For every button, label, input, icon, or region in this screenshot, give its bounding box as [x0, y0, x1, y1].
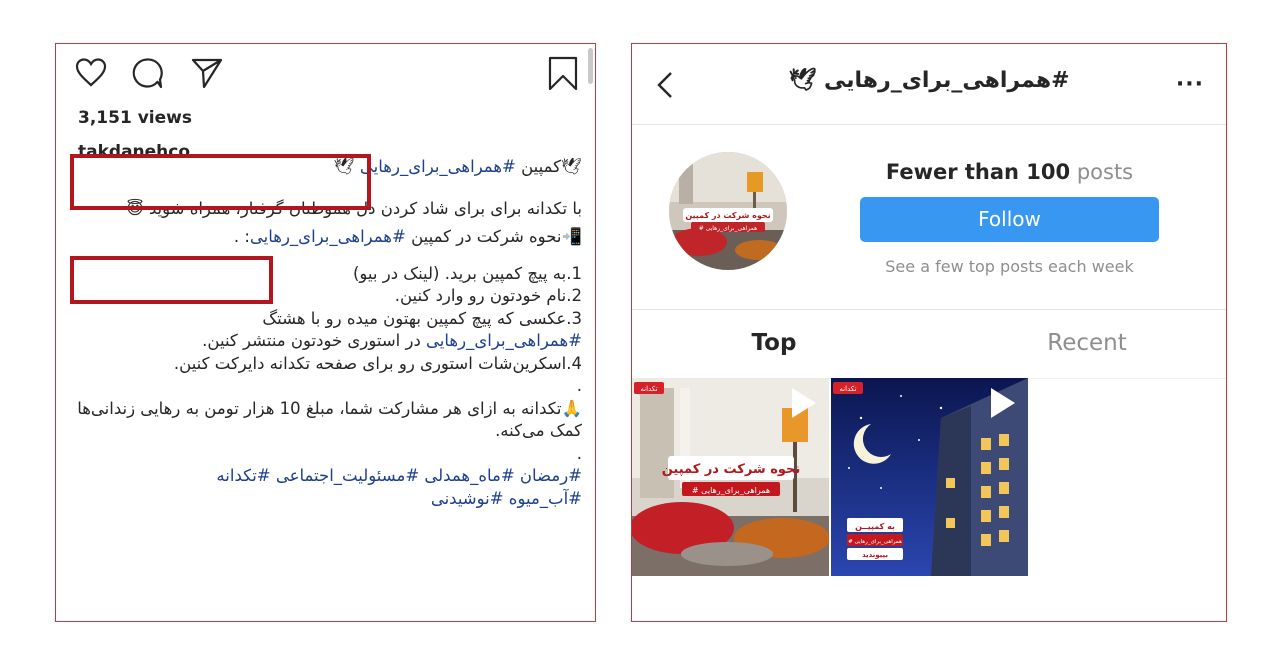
caption-text: 📲نحوه شرکت در کمپین [405, 227, 582, 246]
tab-bar: Top Recent [632, 309, 1226, 379]
caption-line: . [576, 376, 582, 395]
heart-icon[interactable] [74, 56, 108, 90]
dove-emoji: 🕊 [788, 68, 817, 93]
thumbnail-title: نحوه شرکت در کمپین [662, 462, 801, 477]
caption-text: در استوری خودتون منتشر کنین. [202, 331, 427, 350]
highlight-box-campaign-title [70, 154, 371, 210]
hashtag-page-panel: #همراهی_برای_رهایی 🕊 ··· نحوه شرکت در کم… [631, 43, 1227, 622]
tab-recent[interactable]: Recent [987, 330, 1187, 356]
thumbnail-brand: تکدانه [839, 385, 856, 393]
hashtag-header: #همراهی_برای_رهایی 🕊 ··· [632, 44, 1226, 125]
hashtag-link[interactable]: #همراهی_برای_رهایی [426, 331, 582, 350]
hashtag-avatar: نحوه شرکت در کمپین # همراهی_برای_رهایی [669, 152, 787, 270]
avatar-image: نحوه شرکت در کمپین # همراهی_برای_رهایی [669, 152, 787, 270]
bookmark-icon[interactable] [546, 56, 580, 90]
scrollbar[interactable] [588, 48, 593, 84]
view-count: 3,151 views [78, 108, 192, 128]
follow-button[interactable]: Follow [860, 197, 1159, 242]
tab-top[interactable]: Top [674, 330, 874, 356]
caption-line: . [576, 443, 582, 463]
thumbnail-brand: تکدانه [640, 385, 657, 393]
hashtag-title-text: #همراهی_برای_رهایی [824, 68, 1070, 93]
caption-line: 🙏تکدانه به ازای هر مشارکت شما، مبلغ 10 ه… [77, 398, 582, 441]
hashtag-link[interactable]: #همراهی_برای_رهایی [360, 157, 516, 176]
caption-line: 📲نحوه شرکت در کمپین #همراهی_برای_رهایی: … [76, 226, 582, 249]
caption-line: 3.عکسی که پیچ کمپین بهتون میده رو با هشت… [262, 308, 582, 328]
highlight-box-hashtag [70, 256, 273, 304]
post-thumbnail[interactable]: تکدانه نحوه شرکت در کمپین # همراهی_برای_… [632, 378, 829, 576]
avatar-title: نحوه شرکت در کمپین [685, 211, 770, 220]
caption-text: . [233, 227, 245, 246]
thumbnail-tag: # همراهی_برای_رهایی [848, 539, 902, 545]
posts-count-value: Fewer than 100 [885, 160, 1071, 184]
hashtag-line[interactable]: #آب_میوه #نوشیدنی [76, 488, 582, 511]
posts-count: Fewer than 100 posts [862, 160, 1157, 184]
avatar-tag: # همراهی_برای_رهایی [699, 225, 758, 232]
caption-text: کمپین [515, 157, 562, 176]
thumbnail-join-text: به کمپیــن [855, 522, 895, 531]
caption-line: #همراهی_برای_رهایی در استوری خودتون منتش… [76, 330, 582, 353]
thumbnail-tag: # همراهی_برای_رهایی [692, 486, 770, 495]
dove-emoji: 🕊 [561, 157, 582, 176]
share-icon[interactable] [190, 56, 224, 90]
post-panel: 3,151 views takdanehco 🕊کمپین #همراهی_بر… [55, 43, 596, 622]
post-thumbnail[interactable]: تکدانه به کمپیــن # همراهی_برای_رهایی بپ… [831, 378, 1028, 576]
thumbnail-join-text: بپیوندید [862, 551, 888, 559]
hashtag-title: #همراهی_برای_رهایی 🕊 [632, 68, 1226, 93]
post-username[interactable]: takdanehco [78, 140, 190, 154]
more-options-icon[interactable]: ··· [1176, 72, 1204, 97]
top-posts-note: See a few top posts each week [885, 257, 1134, 276]
caption-line: 4.اسکرین‌شات استوری رو برای صفحه تکدانه … [173, 353, 582, 373]
thumbnail-image: تکدانه به کمپیــن # همراهی_برای_رهایی بپ… [831, 378, 1028, 576]
hashtag-link[interactable]: #همراهی_برای_رهایی [250, 227, 406, 246]
comment-icon[interactable] [130, 56, 164, 90]
thumbnail-image: تکدانه نحوه شرکت در کمپین # همراهی_برای_… [632, 378, 829, 576]
hashtag-line[interactable]: #رمضان #ماه_همدلی #مسئولیت_اجتماعی #تکدا… [76, 465, 582, 488]
posts-label: posts [1070, 160, 1134, 184]
post-actions-bar [74, 56, 579, 92]
